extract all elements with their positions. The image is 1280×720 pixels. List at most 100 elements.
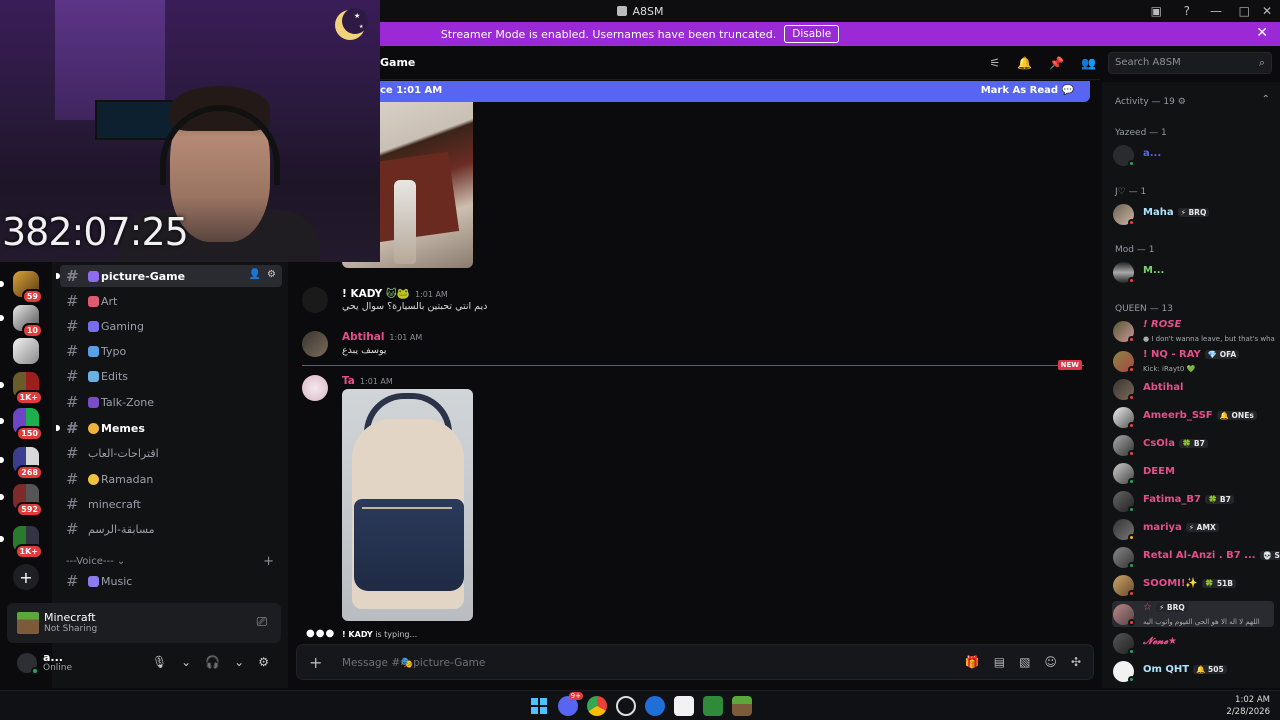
attachment-image[interactable] xyxy=(342,389,473,621)
chrome-icon[interactable] xyxy=(587,696,607,716)
member-item[interactable]: a... xyxy=(1112,142,1274,168)
channel-picture-game[interactable]: # picture-Game 👤 ⚙ xyxy=(56,265,282,287)
obs-icon[interactable] xyxy=(616,696,636,716)
activity-header[interactable]: Activity — 19 ⚙ xyxy=(1115,97,1186,107)
member-name: Maha ⚡ BRQ xyxy=(1143,207,1210,218)
windows-start-icon[interactable] xyxy=(529,696,549,716)
minecraft-taskbar-icon[interactable] xyxy=(732,696,752,716)
member-item[interactable]: DEEM xyxy=(1112,460,1274,486)
server-folder-icon[interactable]: 1K+ xyxy=(0,526,43,559)
discord-badge: 9+ xyxy=(568,692,583,700)
headphones-icon[interactable]: 🎧 xyxy=(205,655,220,669)
notification-bell-icon[interactable]: 🔔 xyxy=(1017,56,1032,70)
voice-category[interactable]: ---Voice--- ⌄ xyxy=(66,556,125,567)
close-window-button[interactable]: ✕ xyxy=(1262,0,1272,22)
system-clock[interactable]: 1:02 AM 2/28/2026 xyxy=(1226,694,1270,718)
capcut-icon[interactable] xyxy=(674,696,694,716)
avatar[interactable] xyxy=(302,287,328,313)
search-input[interactable]: Search A8SM ⌕ xyxy=(1108,52,1272,74)
gift-icon[interactable]: 🎁 xyxy=(965,655,980,669)
server-icon[interactable]: 59 xyxy=(0,271,43,304)
idle-status-icon xyxy=(1128,534,1135,541)
banner-text: Streamer Mode is enabled. Usernames have… xyxy=(440,27,777,41)
member-item[interactable]: Om QHT 🔔 505 xyxy=(1112,658,1274,684)
channel-gaming[interactable]: # Gaming xyxy=(60,315,282,337)
member-item[interactable]: ! ROSE ● I don't wanna leave, but that's… xyxy=(1112,318,1275,344)
threads-icon[interactable]: ⚟ xyxy=(989,56,1000,70)
message-composer[interactable]: + Message #🎭picture-Game 🎁 ▤ ▧ ☺ ✣ xyxy=(296,644,1094,680)
mic-options-chevron-icon[interactable]: ⌄ xyxy=(181,655,191,669)
apps-icon[interactable]: ✣ xyxy=(1071,655,1081,669)
message-author[interactable]: ! KADY 🐱🐸 1:01 AM xyxy=(342,287,448,300)
channel-label: picture-Game xyxy=(101,269,186,283)
server-folder-icon[interactable]: 592 xyxy=(0,484,43,517)
member-item[interactable]: CsOla 🍀 B7 xyxy=(1112,432,1274,458)
channel-settings-icon[interactable]: ⚙ xyxy=(267,269,276,280)
server-icon[interactable] xyxy=(13,338,39,364)
channel-typo[interactable]: # Typo xyxy=(60,340,282,362)
inbox-icon[interactable]: ▣ xyxy=(1151,0,1162,22)
maximize-button[interactable]: □ xyxy=(1239,0,1250,22)
add-server-button[interactable]: + xyxy=(13,564,39,590)
sticker-icon[interactable]: ▧ xyxy=(1019,655,1030,669)
upload-plus-icon[interactable]: + xyxy=(309,653,322,672)
channel-edits[interactable]: # Edits xyxy=(60,365,282,387)
member-item[interactable]: mariya ⚡ AMX xyxy=(1112,516,1274,542)
share-screen-icon[interactable]: ⎚ xyxy=(257,615,267,630)
channel-ramadan[interactable]: # Ramadan xyxy=(60,468,282,490)
invite-icon[interactable]: 👤 xyxy=(249,269,261,280)
pinned-messages-icon[interactable]: 📌 xyxy=(1049,56,1064,70)
channel-minecraft[interactable]: # minecraft xyxy=(60,493,282,515)
moon-emoji-icon xyxy=(88,473,99,485)
help-icon[interactable]: ? xyxy=(1184,0,1190,22)
member-list-icon[interactable]: 👥 xyxy=(1081,56,1096,70)
message-author[interactable]: Abtihal 1:01 AM xyxy=(342,331,422,343)
new-messages-bar[interactable]: ce 1:01 AM Mark As Read 💬 xyxy=(380,81,1090,102)
microphone-icon[interactable]: 🎙 xyxy=(152,655,167,669)
create-voice-channel-icon[interactable]: + xyxy=(263,554,274,569)
channel-talk-zone[interactable]: # Talk-Zone xyxy=(60,391,282,413)
channel-art[interactable]: # Art xyxy=(60,290,282,312)
member-item[interactable]: SOOMI!✨ 🍀 51B xyxy=(1112,572,1274,598)
server-folder-icon[interactable]: 1K+ xyxy=(0,372,43,405)
audio-options-chevron-icon[interactable]: ⌄ xyxy=(234,655,244,669)
minimize-button[interactable]: — xyxy=(1210,0,1222,22)
new-messages-tag: NEW xyxy=(1057,360,1082,370)
channel-music[interactable]: # Music xyxy=(60,570,282,592)
collapse-chevron-icon[interactable]: ⌃ xyxy=(1262,94,1270,105)
member-item[interactable]: ! NQ - RAY 💎 OFA Kick: iRayt0 💚 xyxy=(1112,348,1274,374)
discord-taskbar-icon[interactable]: 9+ xyxy=(558,692,583,716)
member-item[interactable]: M... xyxy=(1112,259,1274,285)
avatar[interactable] xyxy=(302,375,328,401)
banner-close-icon[interactable]: ✕ xyxy=(1256,25,1268,41)
badge-icon: 🐱🐸 xyxy=(385,288,410,300)
member-item[interactable]: Maha ⚡ BRQ xyxy=(1112,201,1274,227)
mark-as-read-button[interactable]: Mark As Read 💬 xyxy=(981,85,1074,96)
server-folder-icon[interactable]: 150 xyxy=(0,408,43,441)
server-icon[interactable]: 10 xyxy=(0,305,43,338)
app-logo-icon xyxy=(616,6,627,16)
channel-game-suggestions[interactable]: # اقتراحات-العاب xyxy=(60,442,282,464)
server-folder-icon[interactable]: 268 xyxy=(0,447,43,480)
user-settings-gear-icon[interactable]: ⚙ xyxy=(258,655,269,669)
member-label: ☆ xyxy=(1143,602,1152,613)
member-item[interactable]: Abtihal xyxy=(1112,376,1274,402)
member-item[interactable]: ☆ ⚡ BRQ اللهم لا اله الا هو الحي القيوم و… xyxy=(1112,601,1274,627)
message-author[interactable]: Ta 1:01 AM xyxy=(342,375,393,387)
xbox-icon[interactable] xyxy=(703,696,723,716)
member-item[interactable]: 𝓝𝓮𝓷𝓮★ xyxy=(1112,630,1274,656)
emoji-icon[interactable]: ☺ xyxy=(1044,655,1057,669)
member-item[interactable]: Retal Al-Anzi . B7 ...💀 SXB xyxy=(1112,544,1280,570)
app-taskbar-icon[interactable] xyxy=(645,696,665,716)
gif-icon[interactable]: ▤ xyxy=(994,655,1005,669)
activity-card[interactable]: Minecraft Not Sharing ⎚ xyxy=(7,603,281,643)
activity-settings-icon[interactable]: ⚙ xyxy=(1178,97,1186,107)
channel-label: مسابقة-الرسم xyxy=(88,522,155,536)
channel-drawing-contest[interactable]: # مسابقة-الرسم xyxy=(60,518,282,540)
member-item[interactable]: Fatima_B7 🍀 B7 xyxy=(1112,488,1274,514)
member-item[interactable]: Ameerb_SSF 🔔 ONEs xyxy=(1112,404,1274,430)
palette-emoji-icon xyxy=(88,295,99,307)
avatar[interactable] xyxy=(302,331,328,357)
disable-streamer-mode-button[interactable]: Disable xyxy=(784,25,840,43)
channel-memes[interactable]: # Memes xyxy=(56,417,282,439)
